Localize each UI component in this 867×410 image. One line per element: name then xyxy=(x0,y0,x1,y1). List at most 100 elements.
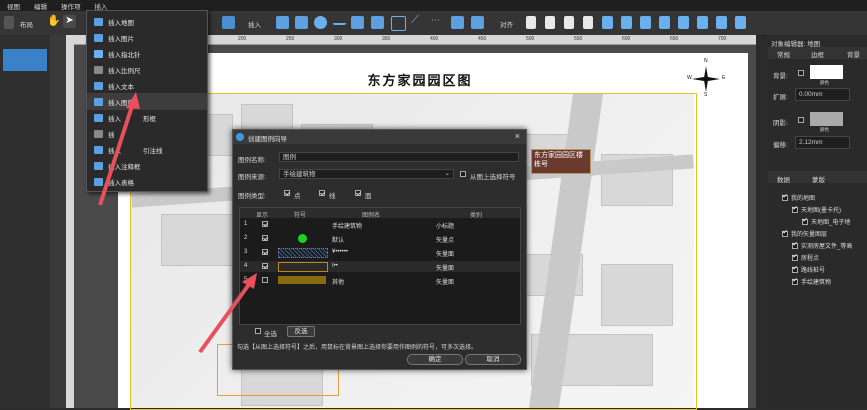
row-legend-name[interactable]: 其他 xyxy=(332,277,344,286)
layer-tree-item[interactable]: 手绘建筑物 xyxy=(792,277,831,286)
insert-legend-icon[interactable] xyxy=(371,16,384,29)
legend-name-input[interactable]: 图例 xyxy=(279,152,519,162)
menu-actions[interactable]: 操作项 xyxy=(54,1,88,11)
legend-source-select[interactable]: 手绘建筑物 ⌄ xyxy=(279,169,454,179)
distribute-h-icon[interactable] xyxy=(659,16,670,29)
tab-border[interactable]: 边框 xyxy=(811,49,824,59)
insert-scale-icon[interactable] xyxy=(333,16,346,25)
row-show-checkbox[interactable] xyxy=(262,235,268,241)
insert-map-icon[interactable] xyxy=(276,16,289,29)
insert-rect-icon[interactable] xyxy=(391,16,406,31)
insert-compass-icon[interactable] xyxy=(314,16,327,29)
layer-tree-item[interactable]: 我的地图 xyxy=(782,193,815,202)
background-checkbox[interactable] xyxy=(798,70,804,76)
align-middle-icon[interactable] xyxy=(545,16,555,29)
layer-tree-item[interactable]: 我的矢量图层 xyxy=(782,229,827,238)
hand-tool-icon[interactable]: ✋ xyxy=(47,14,61,27)
align-top-icon[interactable] xyxy=(526,16,536,29)
shadow-color-swatch[interactable] xyxy=(810,112,843,126)
menu-insert[interactable]: 插入 xyxy=(88,1,115,11)
pointer-tool-icon[interactable]: ➤ xyxy=(63,15,76,28)
invert-button[interactable]: 反选 xyxy=(287,326,315,337)
expand-input[interactable]: 0.00mm xyxy=(795,88,850,101)
insert-note-icon[interactable] xyxy=(451,16,464,29)
tab-data[interactable]: 数据 xyxy=(777,174,790,184)
insert-menu-item[interactable]: 插入图例 xyxy=(87,93,207,110)
shadow-checkbox[interactable] xyxy=(798,117,804,123)
row-legend-name[interactable]: 默认 xyxy=(332,235,344,244)
table-row[interactable]: 2 默认 矢量点 xyxy=(240,233,520,244)
type-polygon-checkbox[interactable] xyxy=(355,190,361,196)
row-show-checkbox[interactable] xyxy=(262,263,268,269)
close-icon[interactable]: × xyxy=(515,131,520,141)
type-point-checkbox[interactable] xyxy=(284,190,290,196)
layer-visibility-checkbox[interactable] xyxy=(782,194,788,201)
table-row[interactable]: 5 其他 矢量面 xyxy=(240,275,520,286)
from-map-checkbox[interactable] xyxy=(460,171,466,177)
layout-label[interactable]: 布局 xyxy=(20,19,33,29)
layer-visibility-checkbox[interactable] xyxy=(792,206,798,213)
same-size-icon[interactable] xyxy=(735,16,746,29)
row-legend-name[interactable]: ¥•••••• xyxy=(332,249,348,255)
insert-menu-item[interactable]: 插入注释框 xyxy=(87,157,207,174)
north-arrow-icon[interactable]: N S W E xyxy=(686,58,726,98)
insert-menu-item[interactable]: 插 xyxy=(87,125,207,142)
menu-view[interactable]: 视图 xyxy=(0,1,27,11)
insert-line-icon[interactable]: ⟋ xyxy=(411,14,424,27)
layer-tree-item[interactable]: 天地图_电子地 xyxy=(802,217,850,226)
insert-menu-item[interactable]: 插入图片 xyxy=(87,29,207,46)
thumbnail-scroll[interactable] xyxy=(50,35,66,408)
row-show-checkbox[interactable] xyxy=(262,249,268,255)
insert-image-icon[interactable] xyxy=(295,16,308,29)
table-row[interactable]: 3 ¥•••••• 矢量面 xyxy=(240,247,520,258)
same-height-icon[interactable] xyxy=(716,16,727,29)
align-center-icon[interactable] xyxy=(621,16,632,29)
insert-leader-icon[interactable]: ⋯ xyxy=(431,15,444,28)
insert-table-icon[interactable] xyxy=(471,16,484,29)
layer-tree-item[interactable]: 路线桩号 xyxy=(792,265,825,274)
same-width-icon[interactable] xyxy=(697,16,708,29)
layer-visibility-checkbox[interactable] xyxy=(802,218,808,225)
align-bottom-icon[interactable] xyxy=(564,16,574,29)
tab-background[interactable]: 背景 xyxy=(847,49,860,59)
layer-tree-item[interactable]: 实测房屋文件_等高 xyxy=(792,241,852,250)
layer-visibility-checkbox[interactable] xyxy=(792,278,798,285)
layer-tree-item[interactable]: 天地图(墨卡托) xyxy=(792,205,841,214)
insert-menu-item[interactable]: 插入地图 xyxy=(87,13,207,30)
layout-icon[interactable] xyxy=(4,16,14,29)
layer-visibility-checkbox[interactable] xyxy=(792,266,798,273)
map-title[interactable]: 东方家园园区图 xyxy=(320,70,520,89)
tab-general[interactable]: 常规 xyxy=(777,49,790,59)
table-row[interactable]: 1 手绘建筑物 小标题 xyxy=(240,219,520,230)
layer-visibility-checkbox[interactable] xyxy=(792,254,798,261)
insert-menu-item[interactable]: 插入 形框 xyxy=(87,109,207,126)
table-row[interactable]: 4 I•• 矢量面 xyxy=(240,261,520,272)
row-show-checkbox[interactable] xyxy=(262,221,268,227)
page-thumbnail[interactable] xyxy=(3,49,47,71)
insert-menu-item[interactable]: 插入 引注线 xyxy=(87,141,207,158)
align-left-icon[interactable] xyxy=(602,16,613,29)
menu-edit[interactable]: 编辑 xyxy=(27,1,54,11)
insert-menu-item[interactable]: 插入表格 xyxy=(87,173,207,190)
type-line-checkbox[interactable] xyxy=(319,190,325,196)
building-callout[interactable]: 东方家园园区楼栋号 xyxy=(531,149,591,174)
align-right-icon[interactable] xyxy=(640,16,651,29)
distribute-v-icon[interactable] xyxy=(678,16,689,29)
align-layer-icon[interactable] xyxy=(583,16,593,29)
row-show-checkbox[interactable] xyxy=(262,277,268,283)
frame-tool-icon[interactable] xyxy=(222,16,235,29)
row-legend-name[interactable]: 手绘建筑物 xyxy=(332,221,362,230)
offset-input[interactable]: 2.12mm xyxy=(795,136,850,149)
ok-button[interactable]: 确定 xyxy=(407,354,463,365)
insert-menu-item[interactable]: 插入文本 xyxy=(87,77,207,94)
row-legend-name[interactable]: I•• xyxy=(332,263,338,269)
select-all-checkbox[interactable] xyxy=(255,328,261,334)
insert-menu-item[interactable]: 插入指北针 xyxy=(87,45,207,62)
layer-visibility-checkbox[interactable] xyxy=(782,230,788,237)
layer-tree-item[interactable]: 房程点 xyxy=(792,253,819,262)
layer-visibility-checkbox[interactable] xyxy=(792,242,798,249)
background-color-swatch[interactable] xyxy=(810,65,843,79)
tab-mask[interactable]: 蒙版 xyxy=(812,174,825,184)
insert-text-icon[interactable] xyxy=(351,16,364,29)
cancel-button[interactable]: 取消 xyxy=(465,354,521,365)
